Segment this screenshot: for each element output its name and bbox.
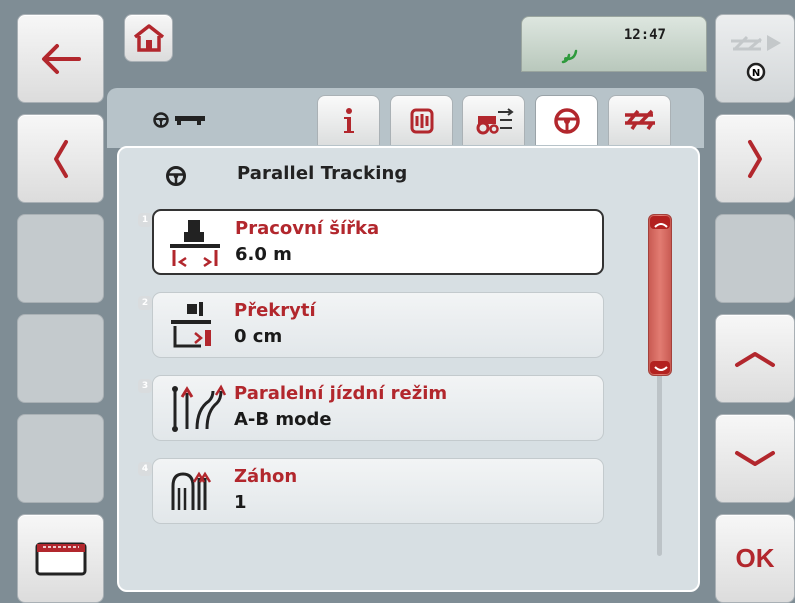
tab-implement[interactable] [390, 95, 453, 145]
chevron-right-icon [748, 139, 762, 178]
scroll-up-button[interactable] [715, 314, 795, 403]
signal-icon [561, 49, 578, 64]
parallel-mode-icon [172, 384, 227, 432]
softkey-left-5 [17, 414, 104, 503]
working-width-icon [170, 220, 220, 268]
chevron-down-icon [735, 450, 775, 466]
row-value: 1 [234, 492, 247, 513]
breadcrumb [153, 112, 211, 132]
info-icon [343, 107, 354, 133]
implement-icon [410, 108, 433, 133]
status-box: 12:47 [521, 16, 707, 72]
list-item-working-width[interactable]: Pracovní šířka 6.0 m [152, 209, 604, 275]
scrollbar-thumb[interactable] [648, 214, 672, 376]
steering-wheel-title-icon [166, 166, 186, 186]
next-button[interactable] [715, 114, 795, 203]
svg-text:N: N [752, 68, 760, 79]
scroll-down-button[interactable] [715, 414, 795, 503]
row-number: 2 [138, 296, 152, 310]
terminal-button[interactable] [17, 514, 104, 603]
gps-sprayer-icon: N [731, 34, 781, 81]
softkey-left-4 [17, 314, 104, 403]
sprayer-icon [624, 109, 655, 130]
softkey-left-3 [17, 214, 104, 303]
gps-button: N [715, 14, 795, 103]
tab-steering[interactable] [535, 95, 598, 145]
ok-button[interactable]: OK [715, 514, 795, 603]
steering-wheel-icon [553, 107, 580, 134]
row-value: 0 cm [234, 326, 283, 347]
home-icon [133, 24, 164, 52]
ok-label: OK [735, 543, 775, 573]
overlap-icon [171, 302, 211, 348]
row-number: 3 [138, 379, 152, 393]
steering-tractor-breadcrumb-icon [153, 112, 205, 128]
chevron-up-icon [735, 351, 775, 367]
home-button[interactable] [124, 14, 173, 62]
scroll-thumb-bottom-cap [650, 361, 670, 374]
row-label: Pracovní šířka [235, 218, 380, 239]
row-label: Překrytí [234, 300, 316, 321]
list-item-bed[interactable]: Záhon 1 [152, 458, 604, 524]
clock-time: 12:47 [623, 27, 666, 43]
page-title: Parallel Tracking [237, 163, 408, 184]
tractor-settings-icon [476, 107, 514, 134]
row-value: A-B mode [234, 409, 332, 430]
tab-sprayer[interactable] [608, 95, 671, 145]
row-value: 6.0 m [235, 244, 292, 265]
tab-tractor-settings[interactable] [462, 95, 525, 145]
row-label: Záhon [234, 466, 298, 487]
previous-button[interactable] [17, 114, 104, 203]
row-label: Paralelní jízdní režim [234, 383, 448, 404]
bed-icon [171, 471, 212, 510]
tab-info[interactable] [317, 95, 380, 145]
softkey-right-3 [715, 214, 795, 303]
back-button[interactable] [17, 14, 104, 103]
terminal-icon [35, 542, 86, 575]
list-item-overlap[interactable]: Překrytí 0 cm [152, 292, 604, 358]
row-number: 1 [138, 213, 152, 227]
arrow-left-icon [41, 43, 81, 74]
chevron-left-icon [53, 139, 68, 178]
row-number: 4 [138, 462, 152, 476]
list-item-parallel-mode[interactable]: Paralelní jízdní režim A-B mode [152, 375, 604, 441]
scroll-thumb-top-cap [650, 216, 670, 229]
